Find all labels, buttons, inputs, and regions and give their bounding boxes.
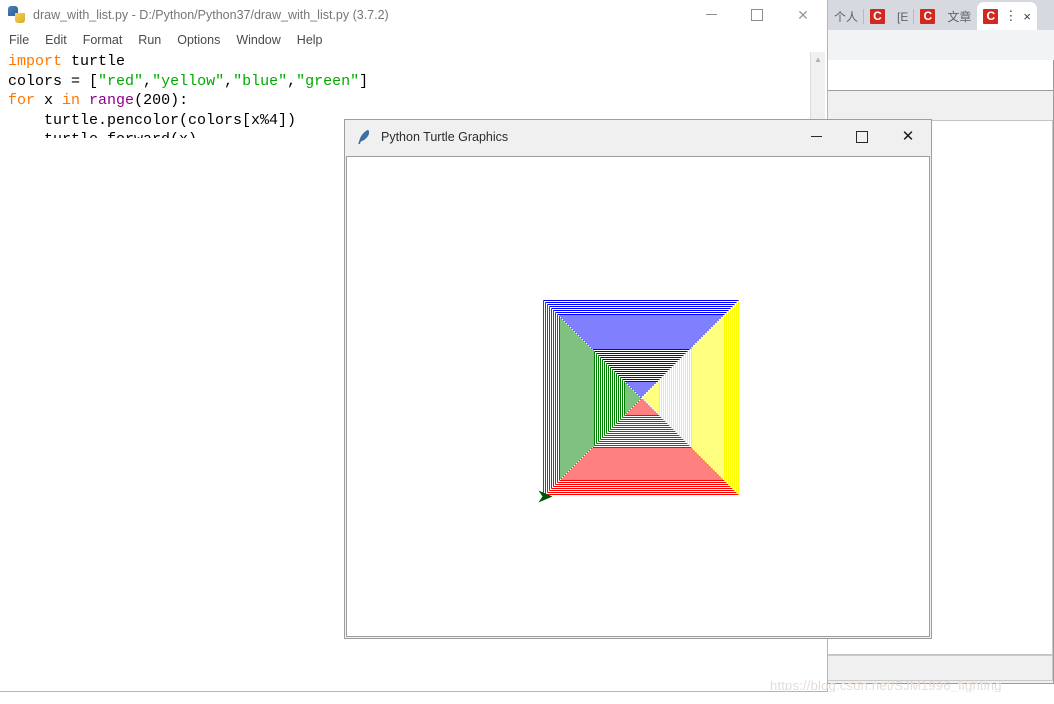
close-icon[interactable]: ×	[1021, 9, 1031, 24]
browser-tab-csdn-1[interactable]: C	[864, 3, 891, 30]
screen: 个人 C [E C 文章 C ⋮ × Pytho	[0, 0, 1054, 704]
turtle-titlebar[interactable]: Python Turtle Graphics ✕	[345, 120, 931, 153]
code-text: turtle	[62, 53, 126, 70]
menu-run[interactable]: Run	[138, 33, 161, 47]
python-icon	[8, 6, 25, 23]
browser-tab-label: 个人	[834, 10, 859, 24]
code-line-3: for x in range(200):	[8, 91, 812, 111]
browser-tab-personal[interactable]: 个人	[828, 3, 865, 30]
code-line-1: import turtle	[8, 52, 812, 72]
editor-titlebar[interactable]: draw_with_list.py - D:/Python/Python37/d…	[0, 0, 826, 29]
menu-edit[interactable]: Edit	[45, 33, 67, 47]
browser-toolbar	[828, 30, 1054, 61]
menu-file[interactable]: File	[9, 33, 29, 47]
browser-tab-e[interactable]: [E	[891, 3, 915, 30]
code-text: ,	[287, 72, 297, 90]
kebab-icon[interactable]: ⋮	[1002, 8, 1017, 24]
code-text: x	[35, 92, 63, 109]
browser-tab-csdn-2[interactable]: C	[914, 3, 941, 30]
minimize-icon	[810, 136, 822, 137]
maximize-icon	[751, 8, 763, 21]
browser-tab-label: [E	[897, 9, 909, 24]
browser-tab-article[interactable]: 文章	[941, 3, 977, 30]
csdn-icon: C	[920, 9, 936, 24]
editor-window-controls: ✕	[688, 0, 826, 29]
code-text: ,	[143, 72, 153, 90]
turtle-canvas[interactable]	[346, 156, 930, 637]
editor-title-text: draw_with_list.py - D:/Python/Python37/d…	[33, 7, 389, 22]
minimize-icon	[705, 14, 717, 15]
code-text: colors	[8, 72, 63, 90]
close-icon: ✕	[797, 6, 809, 23]
code-string-red: "red"	[98, 72, 144, 90]
menu-options[interactable]: Options	[177, 33, 220, 47]
close-button[interactable]: ✕	[780, 0, 826, 29]
minimize-button[interactable]	[688, 0, 734, 29]
code-keyword-for: for	[8, 92, 36, 109]
turtle-window-controls: ✕	[793, 120, 931, 153]
turtle-drawing	[538, 299, 740, 503]
code-string-blue: "blue"	[233, 72, 288, 90]
close-button[interactable]: ✕	[885, 120, 931, 153]
code-text: ,	[224, 72, 234, 90]
browser-tab-strip: 个人 C [E C 文章 C ⋮ ×	[828, 0, 1054, 30]
csdn-icon: C	[870, 9, 886, 24]
minimize-button[interactable]	[793, 120, 839, 153]
close-icon: ✕	[901, 128, 915, 145]
code-string-green: "green"	[296, 72, 360, 90]
scroll-up-icon[interactable]: ▲	[811, 52, 825, 66]
feather-icon	[358, 129, 370, 144]
maximize-icon	[856, 130, 868, 143]
code-text: = [	[62, 72, 99, 90]
browser-tab-csdn-active[interactable]: C ⋮ ×	[977, 2, 1037, 30]
code-keyword-import: import	[8, 53, 63, 70]
editor-menubar[interactable]: File Edit Format Run Options Window Help	[0, 29, 826, 51]
maximize-button[interactable]	[734, 0, 780, 29]
code-string-yellow: "yellow"	[152, 72, 225, 90]
turtle-title-text: Python Turtle Graphics	[381, 129, 509, 144]
code-text: (200):	[134, 92, 189, 109]
code-keyword-in: in	[62, 92, 81, 109]
screen-bottom-edge	[0, 692, 1054, 704]
maximize-button[interactable]	[839, 120, 885, 153]
code-builtin-range: range	[80, 92, 135, 109]
turtle-graphics-window[interactable]: Python Turtle Graphics ✕	[344, 119, 932, 639]
code-text: ]	[359, 72, 369, 90]
browser-tab-label: 文章	[947, 10, 972, 24]
menu-window[interactable]: Window	[236, 33, 280, 47]
menu-help[interactable]: Help	[297, 33, 323, 47]
csdn-icon: C	[983, 8, 999, 24]
code-line-2: colors = ["red","yellow","blue","green"]	[8, 72, 812, 92]
menu-format[interactable]: Format	[83, 33, 123, 47]
